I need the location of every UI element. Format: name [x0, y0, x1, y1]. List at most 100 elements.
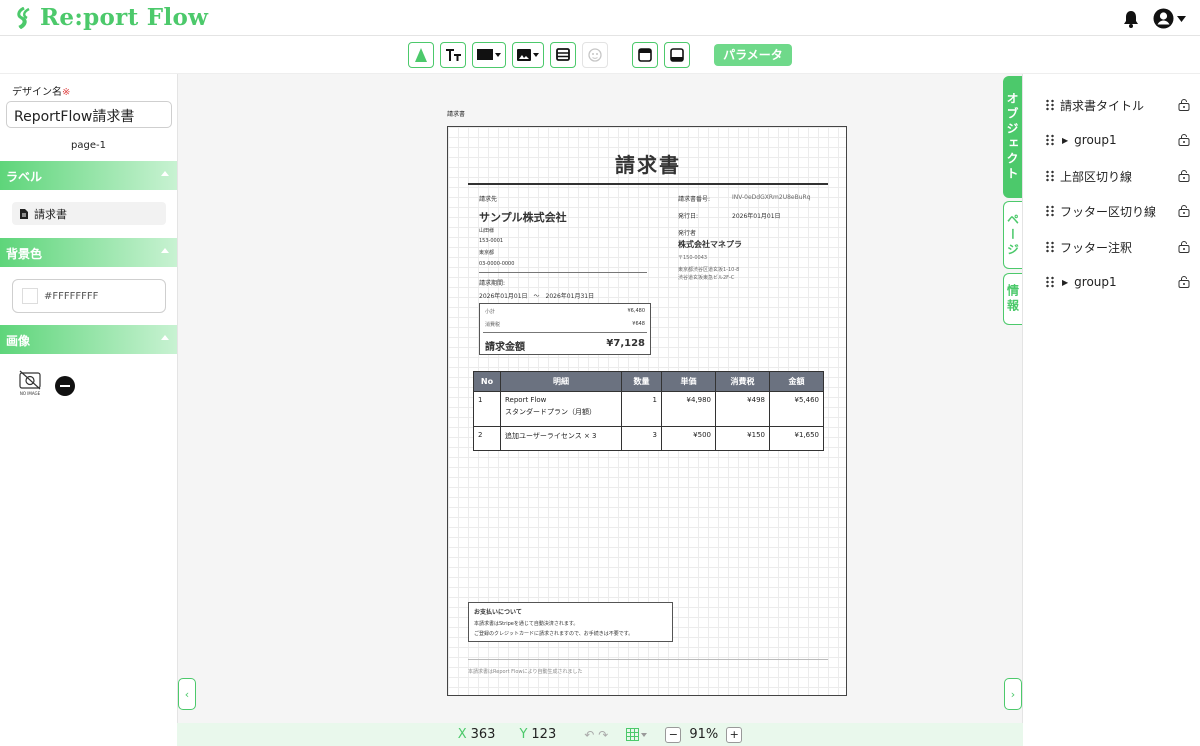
collapse-right-panel-button[interactable]: › — [1004, 678, 1022, 710]
left-panel: デザイン名※ ReportFlow請求書 page-1 ラベル 請求書 背景色 … — [0, 74, 177, 746]
design-name-label: デザイン名※ — [12, 87, 71, 98]
lock-icon[interactable] — [1178, 275, 1190, 288]
y-label: Y — [519, 727, 528, 742]
image-tool-icon — [517, 48, 532, 61]
bill-to-address: 東京都 — [479, 250, 495, 256]
drag-handle-icon[interactable] — [1045, 276, 1055, 288]
label-section-header[interactable]: ラベル — [0, 161, 177, 190]
lock-icon[interactable] — [1178, 133, 1190, 146]
issuer-zip: 〒150-0043 — [678, 255, 708, 261]
emoji-icon — [588, 47, 602, 62]
invoice-no: INV-0eDdGXRm2U8eBuRq — [732, 194, 811, 201]
no-image-icon — [19, 370, 41, 390]
image-tool-button[interactable] — [512, 41, 545, 68]
tab-info[interactable]: 情報 — [1003, 273, 1022, 325]
tax-value: ¥648 — [632, 321, 645, 327]
text-tool-icon — [445, 48, 461, 61]
payment-info-box[interactable]: お支払いについて 本請求書はStripeを通じて自動決済されます。 ご登録のクレ… — [468, 602, 673, 642]
layer-item[interactable]: ▶ group1 — [1045, 129, 1190, 151]
lock-icon[interactable] — [1178, 169, 1190, 182]
drag-handle-icon[interactable] — [1045, 241, 1055, 253]
grid-icon — [626, 728, 640, 741]
bill-to-zip: 153-0001 — [479, 238, 504, 244]
cell-amount: ¥1,650 — [769, 426, 824, 451]
issuer-label: 発行者 — [678, 230, 697, 237]
invoice-title[interactable]: 請求書 — [448, 149, 848, 178]
y-value: 123 — [531, 727, 557, 742]
lock-icon[interactable] — [1178, 204, 1190, 217]
remove-image-button[interactable] — [55, 376, 75, 396]
layer-item[interactable]: 請求書タイトル — [1045, 94, 1190, 116]
canvas-area[interactable]: 請求書 請求書 請求先 サンプル株式会社 山田様 153-0001 東京都 03… — [177, 74, 1023, 723]
subtotal-label: 小計 — [485, 309, 496, 315]
layers-panel: 請求書タイトル ▶ group1 上部区切り線 フッター区切り線 フッター注釈 ▶… — [1023, 74, 1200, 746]
issue-date-label: 発行日: — [678, 213, 699, 220]
summary-box[interactable]: 小計 ¥6,480 消費税 ¥648 請求金額 ¥7,128 — [479, 303, 651, 355]
tab-objects[interactable]: オブジェクト — [1003, 76, 1022, 198]
cell-tax: ¥498 — [715, 391, 770, 427]
top-divider[interactable] — [468, 183, 828, 185]
user-account-icon — [1153, 8, 1174, 29]
zoom-in-button[interactable]: + — [726, 726, 743, 743]
bill-to-tel: 03-0000-0000 — [479, 261, 515, 267]
layer-item[interactable]: フッター区切り線 — [1045, 200, 1190, 222]
header-region-button[interactable] — [632, 41, 659, 68]
footer-region-icon — [670, 47, 684, 62]
logo-text: Re:port Flow — [40, 4, 209, 31]
grid-toggle[interactable] — [626, 728, 648, 741]
layer-item[interactable]: ▶ group1 — [1045, 271, 1190, 293]
cell-description: Report Flow スタンダードプラン（月額） — [500, 391, 622, 427]
select-tool-button[interactable] — [408, 41, 435, 68]
shape-tool-button[interactable] — [472, 41, 507, 68]
payment-line-2: ご登録のクレジットカードに請求されますので、お手続きは不要です。 — [474, 631, 634, 637]
logo-icon — [17, 6, 30, 29]
zoom-level: 91% — [689, 727, 719, 742]
drag-handle-icon[interactable] — [1045, 134, 1055, 146]
invoice-page[interactable]: 請求書 請求先 サンプル株式会社 山田様 153-0001 東京都 03-000… — [447, 126, 847, 696]
collapse-caret-icon — [161, 335, 169, 340]
period-value: 2026年01月01日 〜 2026年01月31日 — [479, 293, 595, 300]
table-row[interactable]: 1 Report Flow スタンダードプラン（月額） 1 ¥4,980 ¥498… — [473, 391, 824, 427]
parameter-button[interactable]: パラメータ — [714, 43, 792, 66]
caret-down-icon — [1177, 15, 1186, 22]
issue-date: 2026年01月01日 — [732, 213, 781, 220]
background-color-input[interactable]: #FFFFFFFF — [12, 279, 166, 313]
chevron-left-icon: ‹ — [184, 687, 190, 701]
redo-icon[interactable]: ↷ — [598, 728, 608, 742]
expand-caret-icon[interactable]: ▶ — [1062, 136, 1068, 145]
col-header-tax: 消費税 — [715, 371, 770, 392]
table-tool-button[interactable] — [550, 41, 577, 68]
drag-handle-icon[interactable] — [1045, 170, 1055, 182]
payment-line-1: 本請求書はStripeを通じて自動決済されます。 — [474, 621, 579, 627]
layer-item[interactable]: フッター注釈 — [1045, 236, 1190, 258]
background-section-header[interactable]: 背景色 — [0, 238, 177, 267]
line-items-table[interactable]: No 明細 数量 単価 消費税 金額 1 Report Flow スタンダードプラ… — [473, 371, 824, 451]
user-menu[interactable] — [1153, 8, 1186, 29]
design-name-input[interactable]: ReportFlow請求書 — [6, 101, 172, 128]
bell-icon[interactable] — [1123, 10, 1139, 28]
lock-icon[interactable] — [1178, 240, 1190, 253]
label-item[interactable]: 請求書 — [12, 202, 166, 225]
no-image-placeholder[interactable]: NO IMAGE — [17, 370, 43, 396]
expand-caret-icon[interactable]: ▶ — [1062, 278, 1068, 287]
table-row[interactable]: 2 追加ユーザーライセンス × 3 3 ¥500 ¥150 ¥1,650 — [473, 426, 824, 451]
lock-icon[interactable] — [1178, 98, 1190, 111]
image-section-header[interactable]: 画像 — [0, 325, 177, 354]
tab-page[interactable]: ページ — [1003, 201, 1022, 269]
issuer-address-1: 東京都渋谷区道玄坂1-10-8 — [678, 267, 740, 273]
select-arrow-icon — [415, 47, 428, 62]
zoom-out-button[interactable]: − — [665, 726, 682, 743]
drag-handle-icon[interactable] — [1045, 99, 1055, 111]
footer-divider[interactable] — [468, 659, 828, 660]
footer-note[interactable]: 本請求書はReport Flowにより自動生成されました — [468, 668, 582, 675]
undo-icon[interactable]: ↶ — [584, 728, 594, 742]
layer-item[interactable]: 上部区切り線 — [1045, 165, 1190, 187]
drag-handle-icon[interactable] — [1045, 205, 1055, 217]
page-label: page-1 — [71, 140, 106, 151]
footer-region-button[interactable] — [664, 41, 691, 68]
collapse-left-panel-button[interactable]: ‹ — [178, 678, 196, 710]
emoji-button[interactable] — [582, 41, 609, 68]
color-swatch[interactable] — [22, 288, 38, 304]
text-tool-button[interactable] — [440, 41, 467, 68]
logo[interactable]: Re:port Flow — [14, 4, 208, 31]
